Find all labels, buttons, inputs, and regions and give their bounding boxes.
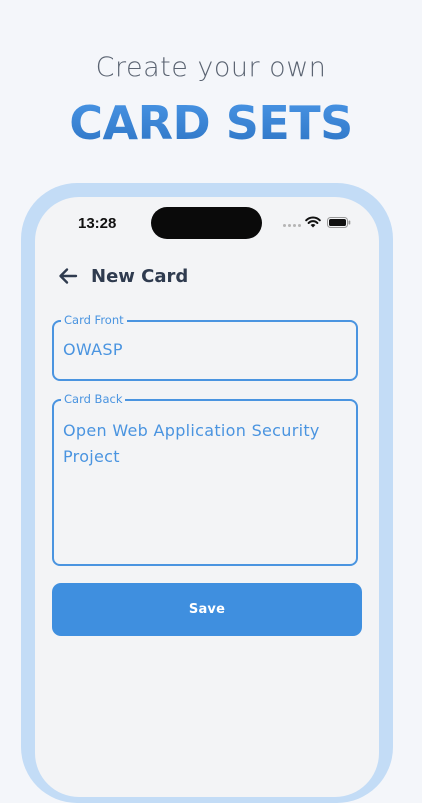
phone-screen: 13:28 New Card Card Front OWASP Card Bac… [35, 197, 379, 797]
arrow-left-icon[interactable] [57, 265, 79, 287]
card-front-label: Card Front [61, 313, 127, 327]
card-front-input[interactable]: OWASP [63, 340, 347, 359]
promo-subtitle: Create your own [95, 52, 327, 83]
battery-icon [327, 217, 351, 228]
promo-title: CARD SETS [0, 96, 422, 150]
page-title: New Card [91, 265, 189, 287]
card-back-field[interactable]: Card Back Open Web Application Security … [52, 392, 358, 566]
card-front-field[interactable]: Card Front OWASP [52, 313, 358, 381]
nav-header: New Card [57, 261, 188, 291]
dynamic-island [151, 207, 262, 239]
status-bar: 13:28 [35, 197, 379, 247]
signal-dots-icon [283, 224, 301, 228]
save-button-label: Save [188, 602, 226, 617]
card-back-label: Card Back [61, 392, 126, 406]
card-back-input[interactable]: Open Web Application Security Project [63, 418, 347, 470]
status-time: 13:28 [78, 215, 117, 232]
save-button[interactable]: Save [52, 583, 362, 636]
wifi-icon [305, 216, 321, 228]
